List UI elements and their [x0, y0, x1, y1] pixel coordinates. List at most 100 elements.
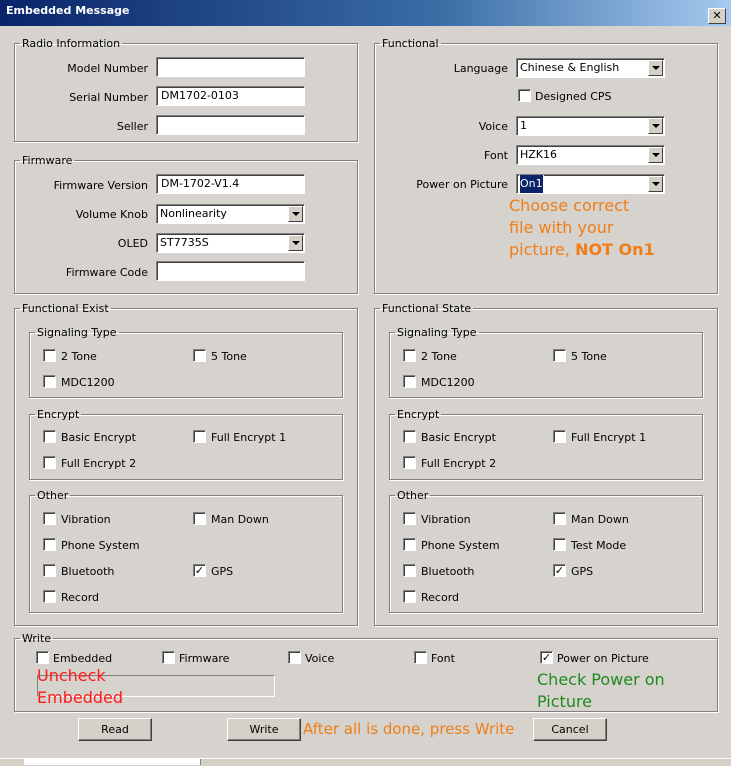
write-power-on-picture-label: Power on Picture: [557, 652, 649, 665]
state-man-down-checkbox[interactable]: [553, 512, 566, 525]
functional-legend: Functional: [382, 37, 439, 50]
oled-label: OLED: [117, 237, 148, 250]
serial-number-input[interactable]: DM1702-0103: [156, 86, 305, 106]
exist-record-checkbox[interactable]: [43, 590, 56, 603]
exist-5-tone-label: 5 Tone: [211, 350, 247, 363]
exist-man-down-checkbox[interactable]: [193, 512, 206, 525]
state-full-encrypt-2-checkbox[interactable]: [403, 456, 416, 469]
serial-number-label: Serial Number: [69, 91, 148, 104]
state-gps-checkbox[interactable]: ✓: [553, 564, 566, 577]
annotation-check-power-on-picture: Check Power on Picture: [537, 669, 665, 713]
write-firmware-checkbox[interactable]: [162, 651, 175, 664]
state-basic-encrypt-checkbox[interactable]: [403, 430, 416, 443]
taskbar-button[interactable]: [24, 759, 201, 765]
power-on-picture-label: Power on Picture: [416, 178, 508, 191]
chevron-down-icon[interactable]: [648, 60, 663, 76]
language-value: Chinese & English: [520, 61, 620, 74]
designed-cps-checkbox[interactable]: [518, 89, 531, 102]
oled-select[interactable]: ST7735S: [156, 233, 305, 253]
write-button[interactable]: Write: [227, 718, 301, 741]
firmware-code-input[interactable]: [156, 261, 305, 281]
state-mdc1200-checkbox[interactable]: [403, 375, 416, 388]
annotation-choose-file: Choose correct file with your picture, N…: [509, 195, 655, 261]
state-record-checkbox[interactable]: [403, 590, 416, 603]
exist-vibration-label: Vibration: [61, 513, 111, 526]
write-voice-label: Voice: [305, 652, 335, 665]
power-on-picture-select[interactable]: On1: [516, 174, 665, 194]
state-bluetooth-checkbox[interactable]: [403, 564, 416, 577]
state-record-label: Record: [421, 591, 460, 604]
exist-full-encrypt-2-label: Full Encrypt 2: [61, 457, 137, 470]
voice-value: 1: [520, 119, 527, 132]
functional-exist-legend: Functional Exist: [22, 302, 109, 315]
firmware-code-label: Firmware Code: [65, 266, 148, 279]
chevron-down-icon[interactable]: [648, 176, 663, 192]
exist-bluetooth-label: Bluetooth: [61, 565, 115, 578]
exist-phone-system-checkbox[interactable]: [43, 538, 56, 551]
exist-basic-encrypt-checkbox[interactable]: [43, 430, 56, 443]
exist-phone-system-label: Phone System: [61, 539, 140, 552]
close-button[interactable]: ✕: [708, 8, 726, 24]
write-font-label: Font: [431, 652, 455, 665]
exist-full-encrypt-1-checkbox[interactable]: [193, 430, 206, 443]
cancel-button[interactable]: Cancel: [533, 718, 607, 741]
exist-other-legend: Other: [37, 489, 69, 502]
annotation-uncheck-line-1: Uncheck: [37, 666, 106, 685]
font-select[interactable]: HZK16: [516, 145, 665, 165]
write-power-on-picture-checkbox[interactable]: ✓: [540, 651, 553, 664]
radio-information-legend: Radio Information: [22, 37, 121, 50]
seller-input[interactable]: [156, 115, 305, 135]
voice-label: Voice: [478, 120, 508, 133]
chevron-down-icon[interactable]: [648, 118, 663, 134]
read-button[interactable]: Read: [78, 718, 152, 741]
functional-state-legend: Functional State: [382, 302, 472, 315]
annotation-after-all: After all is done, press Write: [303, 720, 515, 738]
designed-cps-label: Designed CPS: [535, 90, 612, 103]
exist-gps-checkbox[interactable]: ✓: [193, 564, 206, 577]
exist-vibration-checkbox[interactable]: [43, 512, 56, 525]
exist-man-down-label: Man Down: [211, 513, 269, 526]
exist-2-tone-checkbox[interactable]: [43, 349, 56, 362]
state-test-mode-label: Test Mode: [571, 539, 627, 552]
state-5-tone-checkbox[interactable]: [553, 349, 566, 362]
exist-2-tone-label: 2 Tone: [61, 350, 97, 363]
chevron-down-icon[interactable]: [288, 206, 303, 222]
firmware-version-input[interactable]: DM-1702-V1.4: [156, 174, 305, 194]
voice-select[interactable]: 1: [516, 116, 665, 136]
write-embedded-checkbox[interactable]: [36, 651, 49, 664]
firmware-legend: Firmware: [22, 154, 73, 167]
chevron-down-icon[interactable]: [648, 147, 663, 163]
language-select[interactable]: Chinese & English: [516, 58, 665, 78]
state-full-encrypt-1-label: Full Encrypt 1: [571, 431, 647, 444]
state-bluetooth-label: Bluetooth: [421, 565, 475, 578]
volume-knob-label: Volume Knob: [75, 208, 148, 221]
write-voice-checkbox[interactable]: [288, 651, 301, 664]
state-gps-label: GPS: [571, 565, 594, 578]
state-encrypt-legend: Encrypt: [397, 408, 440, 421]
model-number-label: Model Number: [67, 62, 148, 75]
state-mdc1200-label: MDC1200: [421, 376, 475, 389]
exist-full-encrypt-2-checkbox[interactable]: [43, 456, 56, 469]
exist-gps-label: GPS: [211, 565, 234, 578]
power-on-picture-value: On1: [519, 175, 544, 193]
state-2-tone-checkbox[interactable]: [403, 349, 416, 362]
state-phone-system-checkbox[interactable]: [403, 538, 416, 551]
state-full-encrypt-2-label: Full Encrypt 2: [421, 457, 497, 470]
state-test-mode-checkbox[interactable]: [553, 538, 566, 551]
exist-full-encrypt-1-label: Full Encrypt 1: [211, 431, 287, 444]
state-vibration-checkbox[interactable]: [403, 512, 416, 525]
seller-label: Seller: [116, 120, 148, 133]
model-number-input[interactable]: [156, 57, 305, 77]
write-legend: Write: [22, 632, 52, 645]
oled-value: ST7735S: [160, 236, 209, 249]
volume-knob-select[interactable]: Nonlinearity: [156, 204, 305, 224]
exist-bluetooth-checkbox[interactable]: [43, 564, 56, 577]
chevron-down-icon[interactable]: [288, 235, 303, 251]
write-font-checkbox[interactable]: [414, 651, 427, 664]
exist-mdc1200-checkbox[interactable]: [43, 375, 56, 388]
write-firmware-label: Firmware: [179, 652, 230, 665]
exist-5-tone-checkbox[interactable]: [193, 349, 206, 362]
write-embedded-label: Embedded: [53, 652, 113, 665]
annotation-choose-line-3b: NOT On1: [575, 240, 655, 259]
state-full-encrypt-1-checkbox[interactable]: [553, 430, 566, 443]
